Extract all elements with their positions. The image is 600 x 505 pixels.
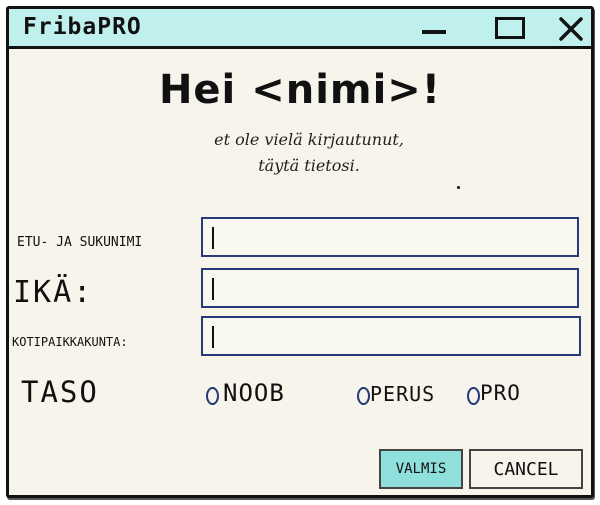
close-icon bbox=[559, 17, 583, 41]
done-button[interactable]: VALMIS bbox=[379, 449, 463, 489]
login-hint: et ole vielä kirjautunut, täytä tietosi. bbox=[159, 127, 459, 179]
age-input[interactable] bbox=[201, 268, 579, 308]
radio-circle-icon bbox=[206, 387, 219, 405]
level-option-label: NOOB bbox=[223, 379, 285, 407]
text-caret bbox=[212, 278, 214, 300]
level-label: TASO bbox=[21, 375, 99, 409]
maximize-icon bbox=[495, 17, 525, 39]
app-window: FribaPRO Hei <nimi>! et ole vielä kirjau… bbox=[6, 6, 594, 498]
cancel-button[interactable]: CANCEL bbox=[469, 449, 583, 489]
radio-circle-icon bbox=[467, 387, 480, 405]
login-hint-line-2: täytä tietosi. bbox=[258, 156, 360, 175]
login-hint-line-1: et ole vielä kirjautunut, bbox=[214, 130, 404, 149]
hometown-input[interactable] bbox=[201, 316, 581, 356]
radio-circle-icon bbox=[357, 387, 370, 405]
maximize-button[interactable] bbox=[493, 13, 527, 43]
hometown-label: KOTIPAIKKAKUNTA: bbox=[12, 335, 128, 349]
level-option-label: PRO bbox=[480, 381, 521, 405]
app-title: FribaPRO bbox=[23, 14, 142, 40]
close-button[interactable] bbox=[554, 13, 588, 43]
minimize-button[interactable] bbox=[416, 13, 450, 43]
greeting-heading: Hei <nimi>! bbox=[158, 67, 442, 113]
ink-dot bbox=[457, 186, 460, 189]
minimize-icon bbox=[422, 30, 446, 34]
name-label: ETU- JA SUKUNIMI bbox=[17, 235, 143, 250]
age-label: IKÄ: bbox=[13, 275, 94, 310]
text-caret bbox=[212, 326, 214, 348]
name-input[interactable] bbox=[201, 217, 579, 257]
title-bar[interactable]: FribaPRO bbox=[9, 9, 591, 49]
level-option-label: PERUS bbox=[370, 382, 436, 406]
text-caret bbox=[212, 227, 214, 249]
